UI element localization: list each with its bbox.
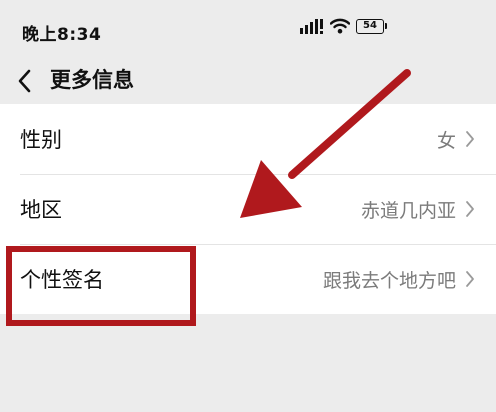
list-item-label: 性别 <box>20 128 62 152</box>
battery-icon: 54 <box>356 18 387 34</box>
page-title: 更多信息 <box>50 68 134 92</box>
battery-tip <box>385 23 387 29</box>
list-item-label: 个性签名 <box>20 268 104 292</box>
list-item-value: 女 <box>436 129 456 152</box>
list-item-value: 跟我去个地方吧 <box>322 269 456 292</box>
wifi-icon <box>330 18 350 34</box>
list-item-value: 赤道几内亚 <box>360 199 456 222</box>
status-time: 晚上8:34 <box>22 25 102 45</box>
list-item-signature[interactable]: 个性签名 跟我去个地方吧 <box>0 244 496 314</box>
chevron-left-icon[interactable] <box>12 65 40 97</box>
info-list: 性别 女 地区 赤道几内亚 个性签名 跟我去个地方吧 <box>0 104 496 314</box>
battery-level: 54 <box>356 18 384 34</box>
signal-icon <box>300 19 323 34</box>
chevron-right-icon <box>466 201 474 217</box>
chevron-right-icon <box>466 131 474 147</box>
list-item-gender[interactable]: 性别 女 <box>0 104 496 174</box>
chevron-right-icon <box>466 271 474 287</box>
list-item-label: 地区 <box>20 198 62 222</box>
status-bar: 晚上8:34 54 <box>0 0 496 62</box>
status-icons: 54 <box>300 18 387 34</box>
nav-bar: 更多信息 <box>0 62 496 104</box>
list-item-region[interactable]: 地区 赤道几内亚 <box>0 174 496 244</box>
